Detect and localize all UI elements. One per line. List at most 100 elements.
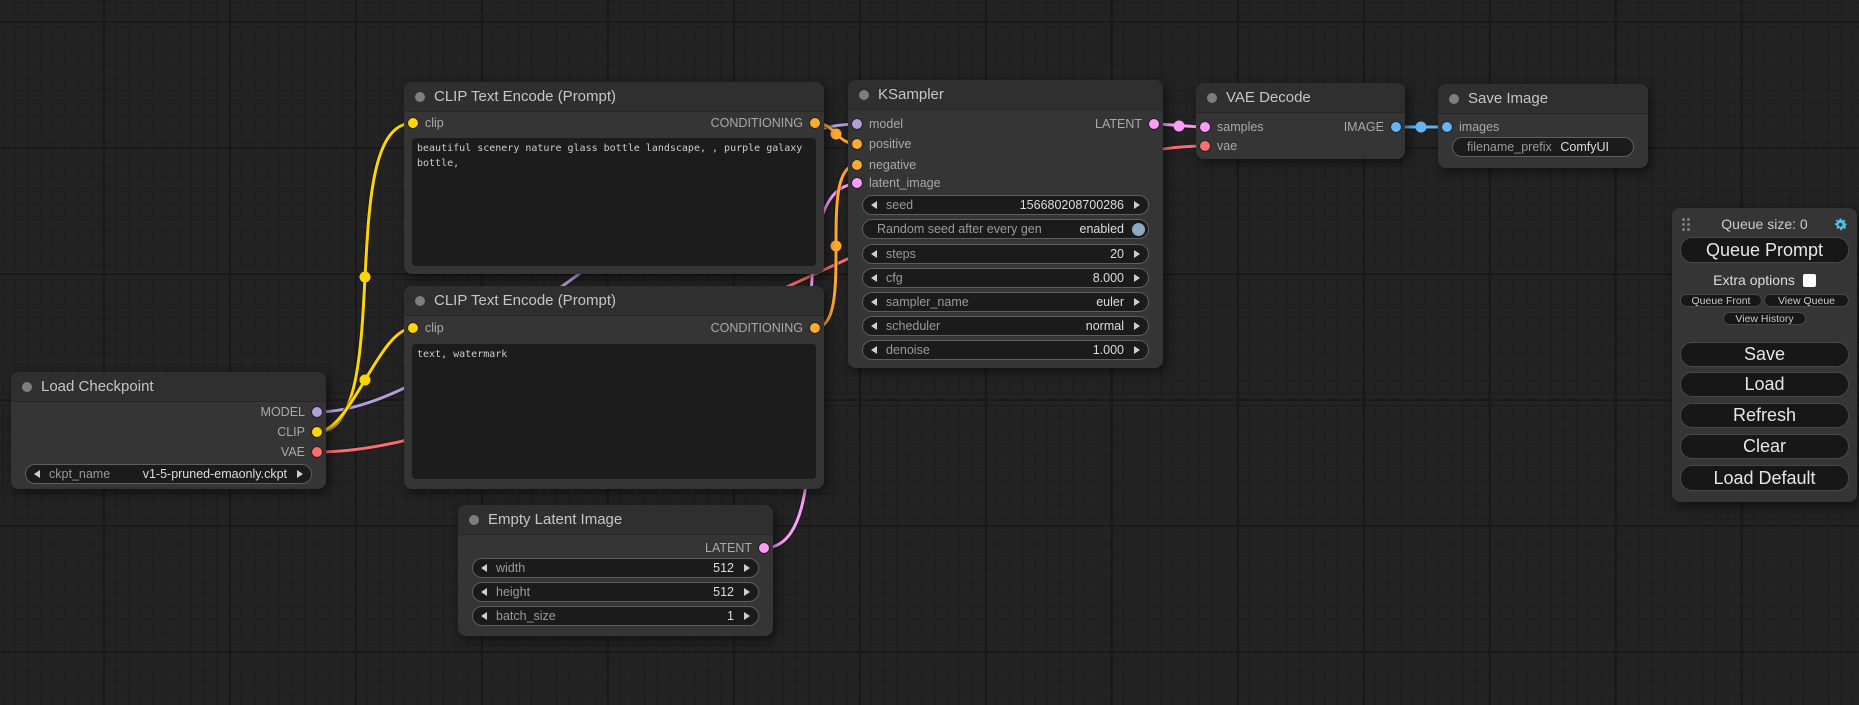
height-widget[interactable]: height 512: [472, 582, 759, 602]
view-history-button[interactable]: View History: [1723, 312, 1806, 325]
decrement-arrow-icon[interactable]: [871, 346, 877, 354]
input-label: vae: [1217, 139, 1237, 153]
input-label: clip: [425, 116, 444, 130]
graph-canvas[interactable]: { "colors": { "model": "#B39DDB", "clip"…: [0, 0, 1859, 705]
node-status-dot: [469, 515, 479, 525]
settings-gear-icon[interactable]: [1832, 216, 1849, 233]
clip-input-port[interactable]: [408, 118, 418, 128]
widget-value: enabled: [1080, 222, 1125, 236]
toggle-icon[interactable]: [1132, 223, 1145, 236]
random-seed-widget[interactable]: Random seed after every gen enabled: [862, 219, 1149, 239]
output-label: CONDITIONING: [711, 318, 803, 338]
vae-input-port[interactable]: [1200, 141, 1210, 151]
latent-output-port[interactable]: [1149, 119, 1159, 129]
increment-arrow-icon[interactable]: [297, 470, 303, 478]
seed-widget[interactable]: seed 156680208700286: [862, 195, 1149, 215]
widget-name: ckpt_name: [49, 467, 110, 481]
denoise-widget[interactable]: denoise 1.000: [862, 340, 1149, 360]
samples-input-port[interactable]: [1200, 122, 1210, 132]
node-ksampler[interactable]: KSampler model LATENT positive negative …: [848, 80, 1163, 368]
images-input-port[interactable]: [1442, 122, 1452, 132]
input-label: positive: [869, 137, 911, 151]
output-row-clip: CLIP: [11, 422, 326, 442]
decrement-arrow-icon[interactable]: [34, 470, 40, 478]
node-title: Load Checkpoint: [41, 378, 154, 395]
queue-front-button[interactable]: Queue Front: [1680, 294, 1762, 307]
save-button[interactable]: Save: [1680, 342, 1849, 367]
clip-output-port[interactable]: [312, 427, 322, 437]
batch-size-widget[interactable]: batch_size 1: [472, 606, 759, 626]
drag-handle-icon[interactable]: [1682, 218, 1685, 221]
filename-prefix-widget[interactable]: filename_prefix ComfyUI: [1452, 137, 1634, 157]
conditioning-output-port[interactable]: [810, 118, 820, 128]
decrement-arrow-icon[interactable]: [871, 201, 877, 209]
decrement-arrow-icon[interactable]: [871, 250, 877, 258]
clip-input-port[interactable]: [408, 323, 418, 333]
increment-arrow-icon[interactable]: [744, 588, 750, 596]
conditioning-output-port[interactable]: [810, 323, 820, 333]
node-load-checkpoint[interactable]: Load Checkpoint MODEL CLIP VAE ckpt_name…: [11, 372, 326, 489]
prompt-text-area[interactable]: beautiful scenery nature glass bottle la…: [412, 138, 816, 266]
node-vae-decode[interactable]: VAE Decode samples IMAGE vae: [1196, 83, 1405, 159]
load-button[interactable]: Load: [1680, 372, 1849, 397]
increment-arrow-icon[interactable]: [1134, 346, 1140, 354]
increment-arrow-icon[interactable]: [1134, 201, 1140, 209]
increment-arrow-icon[interactable]: [1134, 274, 1140, 282]
increment-arrow-icon[interactable]: [1134, 298, 1140, 306]
node-title-bar[interactable]: Load Checkpoint: [11, 372, 326, 402]
prompt-text-area[interactable]: text, watermark: [412, 344, 816, 479]
widget-name: denoise: [886, 343, 930, 357]
wire-clip-1: [317, 123, 413, 432]
widget-name: Random seed after every gen: [877, 222, 1042, 236]
node-title-bar[interactable]: CLIP Text Encode (Prompt): [404, 82, 824, 112]
latent-image-input-port[interactable]: [852, 178, 862, 188]
view-queue-button[interactable]: View Queue: [1764, 294, 1849, 307]
latent-output-port[interactable]: [759, 543, 769, 553]
slot-row: clip CONDITIONING: [404, 318, 824, 338]
cfg-widget[interactable]: cfg 8.000: [862, 268, 1149, 288]
widget-value: 20: [1110, 247, 1124, 261]
output-row-vae: VAE: [11, 442, 326, 462]
increment-arrow-icon[interactable]: [744, 612, 750, 620]
increment-arrow-icon[interactable]: [1134, 322, 1140, 330]
image-output-port[interactable]: [1391, 122, 1401, 132]
queue-prompt-button[interactable]: Queue Prompt: [1680, 237, 1849, 263]
increment-arrow-icon[interactable]: [1134, 250, 1140, 258]
node-clip-text-encode-positive[interactable]: CLIP Text Encode (Prompt) clip CONDITION…: [404, 82, 824, 274]
widget-value: 1.000: [1093, 343, 1124, 357]
decrement-arrow-icon[interactable]: [871, 298, 877, 306]
node-title-bar[interactable]: VAE Decode: [1196, 83, 1405, 113]
node-save-image[interactable]: Save Image images filename_prefix ComfyU…: [1438, 84, 1648, 168]
output-row-model: MODEL: [11, 402, 326, 422]
output-row-latent: LATENT: [458, 538, 773, 558]
decrement-arrow-icon[interactable]: [481, 612, 487, 620]
clear-button[interactable]: Clear: [1680, 434, 1849, 459]
input-label: model: [869, 117, 903, 131]
node-title: VAE Decode: [1226, 89, 1311, 106]
node-title-bar[interactable]: KSampler: [848, 80, 1163, 110]
ckpt-name-widget[interactable]: ckpt_name v1-5-pruned-emaonly.ckpt: [25, 464, 312, 484]
width-widget[interactable]: width 512: [472, 558, 759, 578]
model-input-port[interactable]: [852, 119, 862, 129]
negative-input-port[interactable]: [852, 160, 862, 170]
model-output-port[interactable]: [312, 407, 322, 417]
decrement-arrow-icon[interactable]: [871, 274, 877, 282]
decrement-arrow-icon[interactable]: [481, 564, 487, 572]
node-clip-text-encode-negative[interactable]: CLIP Text Encode (Prompt) clip CONDITION…: [404, 286, 824, 489]
node-title-bar[interactable]: Save Image: [1438, 84, 1648, 114]
positive-input-port[interactable]: [852, 139, 862, 149]
node-empty-latent-image[interactable]: Empty Latent Image LATENT width 512 heig…: [458, 505, 773, 636]
extra-options-checkbox[interactable]: [1803, 274, 1816, 287]
decrement-arrow-icon[interactable]: [871, 322, 877, 330]
steps-widget[interactable]: steps 20: [862, 244, 1149, 264]
scheduler-widget[interactable]: scheduler normal: [862, 316, 1149, 336]
decrement-arrow-icon[interactable]: [481, 588, 487, 596]
node-title-bar[interactable]: Empty Latent Image: [458, 505, 773, 535]
sampler-name-widget[interactable]: sampler_name euler: [862, 292, 1149, 312]
load-default-button[interactable]: Load Default: [1680, 465, 1849, 491]
vae-output-port[interactable]: [312, 447, 322, 457]
widget-name: cfg: [886, 271, 903, 285]
node-title-bar[interactable]: CLIP Text Encode (Prompt): [404, 286, 824, 316]
increment-arrow-icon[interactable]: [744, 564, 750, 572]
refresh-button[interactable]: Refresh: [1680, 403, 1849, 428]
